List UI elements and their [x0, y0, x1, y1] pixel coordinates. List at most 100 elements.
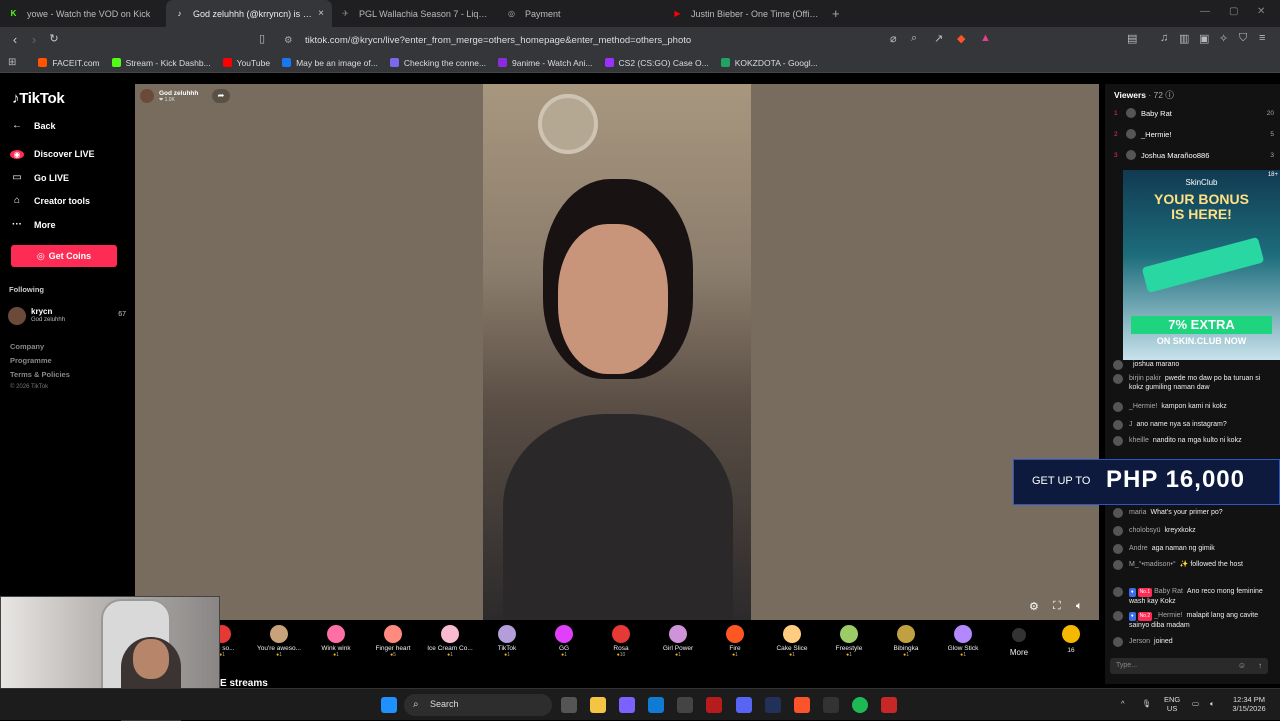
spotify-icon[interactable] — [852, 697, 868, 713]
tiktok-logo[interactable]: ♪TikTok — [12, 90, 65, 107]
zoom-icon[interactable]: ⌕ — [911, 32, 917, 45]
chat-username[interactable]: maria — [1129, 509, 1147, 516]
bookmark-item[interactable]: KOKZDOTA - Googl... — [720, 58, 818, 68]
creator-tools-link[interactable]: ⌂ Creator tools — [10, 195, 90, 206]
footer-programme[interactable]: Programme — [10, 356, 52, 365]
settings-icon[interactable]: ⚙ — [1029, 600, 1039, 613]
apps-grid-icon[interactable]: ⊞ — [8, 57, 16, 68]
discord-icon[interactable] — [736, 697, 752, 713]
bookmark-item[interactable]: 9anime - Watch Ani... — [498, 58, 593, 68]
footer-company[interactable]: Company — [10, 342, 44, 351]
viewers-heading[interactable]: Viewers · 72 ⓘ — [1114, 89, 1174, 101]
task-view-icon[interactable] — [561, 697, 577, 713]
viewer-row[interactable]: 2 _Hermie! 5 — [1114, 127, 1274, 141]
bookmark-item[interactable]: FACEIT.com — [38, 58, 100, 68]
tab-3[interactable]: ◎ Payment — [498, 0, 664, 27]
go-live-link[interactable]: ▭ Go LIVE — [10, 172, 69, 183]
tab-1[interactable]: ♪ God zeluhhh (@krryncn) is LIVE × — [166, 0, 332, 27]
extensions-icon[interactable]: ✧ — [1219, 32, 1228, 45]
gift-item[interactable]: Bibingka ●1 — [878, 621, 934, 665]
back-link[interactable]: ← Back — [10, 120, 56, 131]
gift-item[interactable]: Fire ●1 — [707, 621, 763, 665]
host-info[interactable]: God zeluhhh ❤ 1.0K — [140, 89, 198, 103]
back-icon[interactable]: ‹ — [5, 32, 25, 47]
chat-username[interactable]: M_°•madison•° — [1129, 561, 1176, 568]
gift-item[interactable]: Wink wink ●1 — [308, 621, 364, 665]
gift-item[interactable]: Finger heart ●5 — [365, 621, 421, 665]
minimize-icon[interactable]: — — [1200, 6, 1210, 17]
get-coins-button[interactable]: ◎ Get Coins — [11, 245, 117, 267]
wallet-icon[interactable]: ▣ — [1199, 32, 1209, 45]
bookmark-item[interactable]: May be an image of... — [282, 58, 378, 68]
taskbar-search[interactable]: ⌕ Search — [404, 694, 552, 716]
brave-icon[interactable] — [794, 697, 810, 713]
viewer-row[interactable]: 3 Joshua Marañoo886 3 — [1114, 148, 1274, 162]
reading-list-icon[interactable]: ▥ — [1179, 32, 1189, 45]
chat-username[interactable]: Jerson — [1129, 638, 1150, 645]
mic-icon[interactable]: 🎙︎ — [1142, 699, 1152, 708]
reload-icon[interactable]: ↻ — [44, 32, 64, 45]
gift-item[interactable]: Girl Power ●1 — [650, 621, 706, 665]
chat-username[interactable]: J — [1129, 421, 1133, 428]
network-icon[interactable]: ▭ — [1192, 699, 1199, 708]
viewer-row[interactable]: 1 Baby Rat 20 — [1114, 106, 1274, 120]
bookmark-item[interactable]: YouTube — [222, 58, 270, 68]
chat-input[interactable]: Type... ☺ ↑ — [1110, 658, 1268, 674]
chat-username[interactable]: _Hermie! — [1154, 612, 1182, 619]
clock[interactable]: 12:34 PM 3/15/2026 — [1229, 695, 1269, 713]
gift-item[interactable]: Glow Stick ●1 — [935, 621, 991, 665]
tab-4[interactable]: ▶ Justin Bieber - One Time (Official Mu..… — [664, 0, 830, 27]
bookmark-item[interactable]: Stream - Kick Dashb... — [111, 58, 211, 68]
vpn-icon[interactable]: ⛉ — [1239, 32, 1247, 45]
windows-start-icon[interactable] — [381, 697, 397, 713]
volume-tray-icon[interactable]: 🔈︎ — [1210, 699, 1215, 708]
chat-username[interactable]: kheille — [1129, 437, 1149, 444]
tab-2[interactable]: ✈ PGL Wallachia Season 7 - Liquipedia — [332, 0, 498, 27]
language-indicator[interactable]: ENG US — [1164, 695, 1180, 713]
chat-username[interactable]: Baby Rat — [1154, 588, 1183, 595]
new-tab-button[interactable]: + — [832, 0, 840, 27]
close-tab-icon[interactable]: × — [318, 8, 324, 19]
menu-icon[interactable]: ≡ — [1259, 32, 1265, 44]
chat-username[interactable]: cholobsyü — [1129, 527, 1161, 534]
volume-icon[interactable]: 🔈︎ — [1076, 600, 1083, 613]
steam-icon[interactable] — [823, 697, 839, 713]
brave-shield-icon[interactable]: ◆ — [957, 32, 965, 45]
bookmark-item[interactable]: CS2 (CS:GO) Case O... — [604, 58, 709, 68]
bookmark-item[interactable]: Checking the conne... — [389, 58, 486, 68]
gift-more-button[interactable]: More — [991, 621, 1047, 665]
copilot-icon[interactable] — [619, 697, 635, 713]
app-icon[interactable] — [706, 697, 722, 713]
close-window-icon[interactable]: ✕ — [1257, 6, 1265, 17]
tray-chevron-icon[interactable]: ^ — [1121, 699, 1125, 708]
following-user[interactable]: krycn God zeluhhh 67 — [8, 305, 128, 327]
gift-item[interactable]: GG ●1 — [536, 621, 592, 665]
bookmark-icon[interactable]: ▯ — [259, 32, 265, 45]
share-arrow-icon[interactable]: ➦ — [212, 89, 230, 103]
tab-0[interactable]: Kyowe - Watch the VOD on Kick — [0, 0, 166, 27]
vscode-icon[interactable] — [765, 697, 781, 713]
footer-terms[interactable]: Terms & Policies — [10, 370, 70, 379]
fullscreen-icon[interactable]: ⛶ — [1053, 600, 1061, 613]
live-stream-player[interactable]: God zeluhhh ❤ 1.0K ➦ ⚙ ⛶ 🔈︎ — [135, 84, 1099, 620]
gift-item[interactable]: You're aweso... ●1 — [251, 621, 307, 665]
skinclub-ad[interactable]: 18+ SkinClub YOUR BONUS IS HERE! 7% EXTRA… — [1123, 170, 1280, 360]
promo-banner[interactable]: GET UP TO PHP 16,000 — [1013, 459, 1280, 505]
chat-username[interactable]: _Hermie! — [1129, 403, 1157, 410]
music-icon[interactable]: ♫ — [1160, 32, 1168, 44]
coin-balance[interactable]: 16 — [1043, 621, 1099, 665]
emoji-icon[interactable]: ☺ — [1238, 661, 1246, 670]
send-icon[interactable]: ↑ — [1258, 661, 1262, 670]
forward-icon[interactable]: › — [24, 32, 44, 47]
gift-item[interactable]: Rosa ●10 — [593, 621, 649, 665]
discover-live-link[interactable]: ◉ Discover LIVE — [10, 149, 95, 159]
gift-item[interactable]: Ice Cream Co... ●1 — [422, 621, 478, 665]
sidebar-icon[interactable]: ▤ — [1127, 32, 1137, 45]
site-info-icon[interactable]: ⚙ — [284, 35, 293, 46]
chat-username[interactable]: birjin pakir — [1129, 375, 1161, 382]
chat-username[interactable]: Andre — [1129, 545, 1148, 552]
store-icon[interactable] — [677, 697, 693, 713]
file-explorer-icon[interactable] — [590, 697, 606, 713]
dota-icon[interactable] — [881, 697, 897, 713]
gift-item[interactable]: TikTok ●1 — [479, 621, 535, 665]
